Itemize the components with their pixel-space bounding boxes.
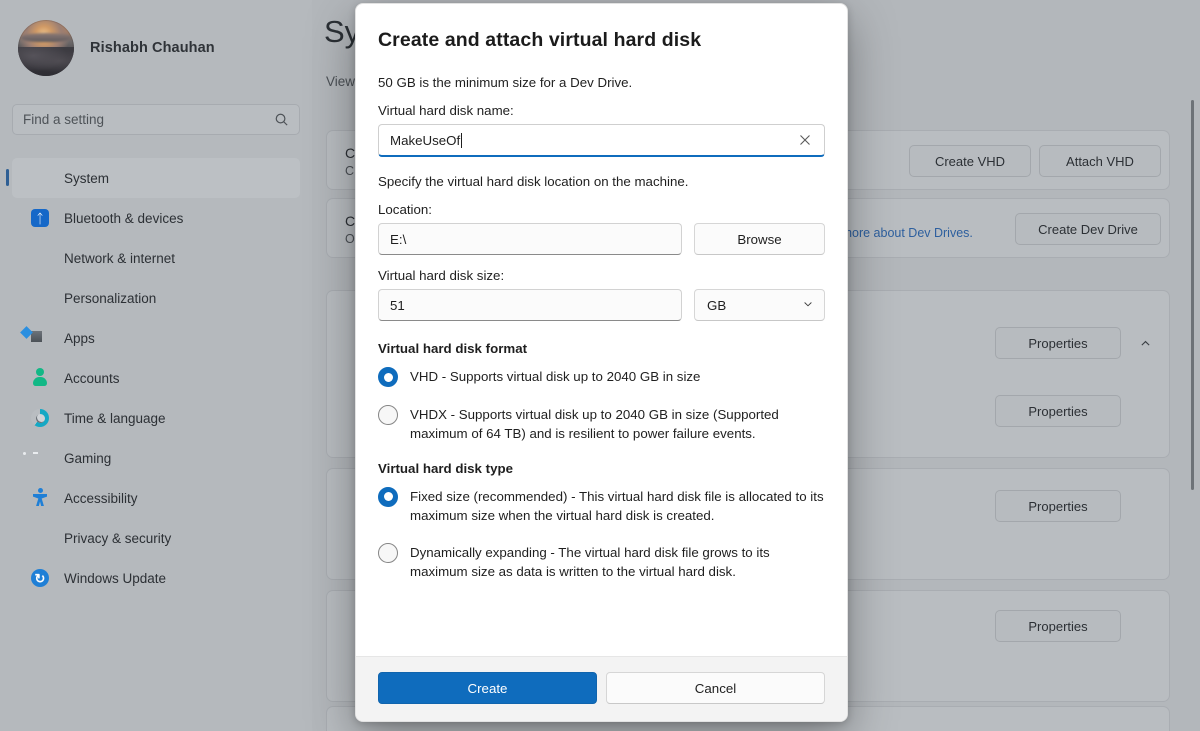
dialog-footer: Create Cancel [356, 656, 847, 721]
type-option-fixed[interactable]: Fixed size (recommended) - This virtual … [378, 486, 825, 526]
format-option-vhd[interactable]: VHD - Supports virtual disk up to 2040 G… [378, 366, 825, 387]
location-hint-text: Specify the virtual hard disk location o… [378, 174, 689, 189]
vhd-name-label: Virtual hard disk name: [378, 103, 514, 118]
location-value: E:\ [390, 231, 407, 247]
format-option-vhdx[interactable]: VHDX - Supports virtual disk up to 2040 … [378, 404, 825, 444]
app-root: Rishabh Chauhan Find a setting System ᛏ … [0, 0, 1200, 731]
sidebar-item-label: Privacy & security [64, 530, 172, 546]
type-option-label: Fixed size (recommended) - This virtual … [410, 488, 824, 523]
card-text: C C [345, 145, 355, 178]
sidebar-item-gaming[interactable]: Gaming [12, 438, 300, 478]
chevron-down-icon [802, 298, 814, 313]
sidebar-item-label: Network & internet [64, 250, 176, 266]
sidebar-item-label: Windows Update [64, 570, 167, 586]
clock-icon [30, 408, 50, 428]
sidebar-item-label: Bluetooth & devices [64, 210, 184, 226]
sidebar-item-accounts[interactable]: Accounts [12, 358, 300, 398]
card-title: C [345, 145, 356, 161]
browse-button[interactable]: Browse [694, 223, 825, 255]
sidebar: Rishabh Chauhan Find a setting System ᛏ … [0, 0, 312, 731]
sidebar-item-privacy-security[interactable]: Privacy & security [12, 518, 300, 558]
dev-drive-learn-more-link[interactable]: rn more about Dev Drives. [827, 226, 973, 240]
accessibility-icon [30, 488, 50, 508]
sidebar-item-windows-update[interactable]: ↻ Windows Update [12, 558, 300, 598]
radio-dynamically-expanding[interactable] [378, 543, 398, 564]
search-icon [275, 113, 288, 126]
account-icon [30, 368, 50, 388]
card-text: C O [345, 213, 355, 246]
location-row: E:\ Browse [378, 223, 825, 255]
sidebar-item-personalization[interactable]: Personalization [12, 278, 300, 318]
properties-button[interactable]: Properties [995, 327, 1121, 359]
update-icon: ↻ [30, 568, 50, 588]
sidebar-item-label: Time & language [64, 410, 166, 426]
search-placeholder: Find a setting [23, 112, 105, 127]
create-attach-vhd-dialog: Create and attach virtual hard disk 50 G… [355, 3, 848, 722]
search-input[interactable]: Find a setting [12, 104, 300, 135]
sidebar-item-accessibility[interactable]: Accessibility [12, 478, 300, 518]
properties-button[interactable]: Properties [995, 395, 1121, 427]
size-unit-value: GB [707, 297, 727, 313]
dialog-hint-text: 50 GB is the minimum size for a Dev Driv… [378, 75, 633, 90]
format-group-heading: Virtual hard disk format [378, 341, 528, 356]
type-group-heading: Virtual hard disk type [378, 460, 513, 476]
apps-icon [30, 328, 50, 348]
format-option-label: VHDX - Supports virtual disk up to 2040 … [410, 407, 779, 442]
card-description: C [345, 164, 355, 178]
create-button[interactable]: Create [378, 672, 597, 704]
display-icon [30, 168, 50, 188]
properties-button[interactable]: Properties [995, 490, 1121, 522]
vhd-size-input[interactable]: 51 [378, 289, 682, 321]
dialog-title: Create and attach virtual hard disk [378, 29, 702, 51]
account-header[interactable]: Rishabh Chauhan [18, 20, 215, 76]
format-option-label: VHD - Supports virtual disk up to 2040 G… [410, 369, 701, 384]
sidebar-nav: System ᛏ Bluetooth & devices Network & i… [6, 158, 300, 598]
shield-icon [30, 528, 50, 548]
sidebar-item-network-internet[interactable]: Network & internet [12, 238, 300, 278]
sidebar-item-apps[interactable]: Apps [12, 318, 300, 358]
chevron-up-icon[interactable] [1131, 329, 1159, 357]
sidebar-item-label: Gaming [64, 450, 112, 466]
sidebar-item-label: Accessibility [64, 490, 138, 506]
radio-vhd[interactable] [378, 367, 398, 387]
type-option-label: Dynamically expanding - The virtual hard… [410, 545, 770, 580]
paintbrush-icon [30, 288, 50, 308]
avatar [18, 20, 74, 76]
card-description: O [345, 232, 355, 246]
radio-fixed-size[interactable] [378, 486, 398, 507]
vhd-size-value: 51 [390, 297, 405, 313]
create-dev-drive-button[interactable]: Create Dev Drive [1015, 213, 1161, 245]
create-vhd-button[interactable]: Create VHD [909, 145, 1031, 177]
type-option-dynamic[interactable]: Dynamically expanding - The virtual hard… [378, 542, 825, 582]
close-icon[interactable] [794, 129, 816, 151]
sidebar-item-label: Personalization [64, 290, 157, 306]
vhd-name-input[interactable]: MakeUseOf [378, 124, 825, 157]
sidebar-item-system[interactable]: System [6, 158, 300, 198]
page-subtitle: View [326, 74, 356, 89]
radio-vhdx[interactable] [378, 405, 398, 425]
card-title: C [345, 213, 356, 229]
sidebar-item-bluetooth-devices[interactable]: ᛏ Bluetooth & devices [12, 198, 300, 238]
sidebar-item-label: Accounts [64, 370, 120, 386]
attach-vhd-button[interactable]: Attach VHD [1039, 145, 1161, 177]
text-caret [461, 132, 463, 148]
wifi-icon [30, 248, 50, 268]
location-label: Location: [378, 202, 432, 217]
sidebar-item-label: Apps [64, 330, 95, 346]
vhd-name-value: MakeUseOf [390, 132, 461, 148]
cancel-button[interactable]: Cancel [606, 672, 825, 704]
account-name: Rishabh Chauhan [90, 40, 215, 56]
location-input[interactable]: E:\ [378, 223, 682, 255]
sidebar-item-time-language[interactable]: Time & language [12, 398, 300, 438]
bluetooth-icon: ᛏ [30, 208, 50, 228]
sidebar-item-label: System [64, 170, 110, 186]
vhd-size-label: Virtual hard disk size: [378, 268, 505, 283]
size-unit-select[interactable]: GB [694, 289, 825, 321]
properties-button[interactable]: Properties [995, 610, 1121, 642]
dialog-body: Create and attach virtual hard disk 50 G… [356, 4, 847, 656]
gamepad-icon [30, 448, 50, 468]
size-row: 51 GB [378, 289, 825, 321]
vertical-scrollbar[interactable] [1191, 100, 1194, 490]
